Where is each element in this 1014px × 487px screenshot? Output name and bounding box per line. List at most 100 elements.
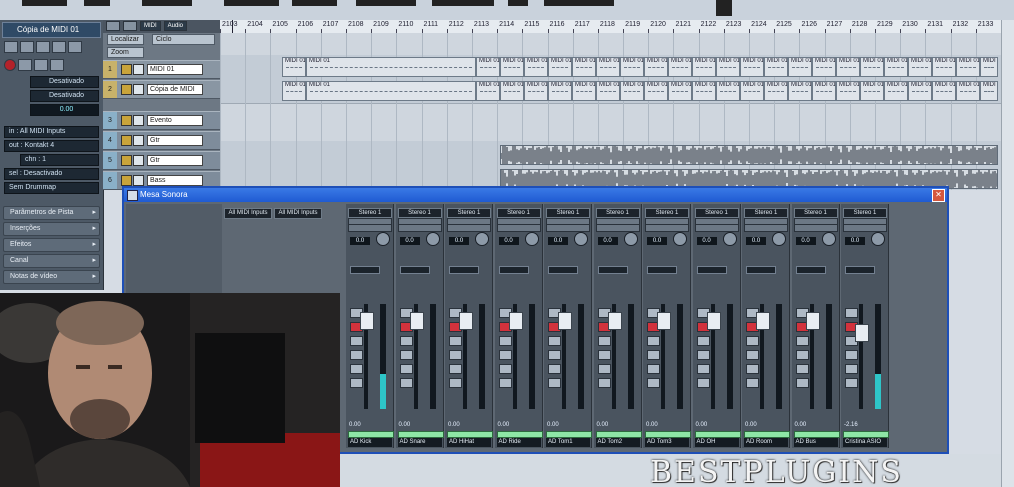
read-button[interactable] bbox=[597, 364, 611, 374]
gain-value[interactable]: 0.0 bbox=[795, 237, 816, 245]
midi-part[interactable]: MIDI 01 bbox=[932, 57, 956, 77]
channel-name[interactable]: AD Ride bbox=[496, 438, 541, 447]
midi-part[interactable]: MIDI 01 bbox=[956, 81, 980, 101]
section-notes[interactable]: Notas de vídeo ▸ bbox=[3, 270, 100, 284]
gain-knob[interactable] bbox=[722, 232, 737, 246]
pan-slider[interactable] bbox=[795, 266, 826, 274]
write-button[interactable] bbox=[647, 378, 660, 388]
pan-slider[interactable] bbox=[350, 266, 380, 274]
write-button[interactable] bbox=[399, 378, 413, 388]
midi-part[interactable]: MIDI 01 bbox=[788, 57, 812, 77]
section-channel[interactable]: Canal ▸ bbox=[3, 254, 100, 268]
edit-button[interactable] bbox=[399, 350, 413, 360]
listen-button[interactable] bbox=[548, 336, 561, 346]
edit-button[interactable] bbox=[548, 350, 561, 360]
add-track-button[interactable] bbox=[106, 21, 120, 31]
midi-part[interactable]: MIDI 01 bbox=[740, 81, 764, 101]
pan-slider[interactable] bbox=[696, 266, 727, 274]
pan-slider[interactable] bbox=[845, 266, 875, 274]
fader-handle[interactable] bbox=[459, 312, 473, 330]
gain-value[interactable]: 0.0 bbox=[449, 237, 469, 245]
channel-name[interactable]: AD HiHat bbox=[447, 438, 491, 447]
midi-part[interactable]: MIDI 01 bbox=[476, 81, 500, 101]
midi-part[interactable]: MIDI 01 bbox=[980, 81, 998, 101]
read-button[interactable] bbox=[399, 364, 413, 374]
timeline-ruler[interactable]: 2103 2104 2105 2106 2107 2108 2109 2110 2111 2112… bbox=[220, 20, 1001, 34]
edit-button[interactable] bbox=[696, 350, 710, 360]
gain-value[interactable]: 0.0 bbox=[696, 237, 717, 245]
edit-button[interactable] bbox=[68, 41, 82, 53]
midi-part[interactable]: MIDI 01 bbox=[572, 57, 596, 77]
listen-button[interactable] bbox=[795, 336, 809, 346]
midi-part[interactable]: MIDI 01 bbox=[980, 57, 998, 77]
fader-handle[interactable] bbox=[607, 312, 622, 330]
solo-button[interactable] bbox=[133, 64, 144, 75]
channel-name[interactable]: AD Tom2 bbox=[595, 438, 640, 447]
mute-button[interactable] bbox=[845, 308, 858, 318]
gain-value[interactable]: 0.0 bbox=[647, 237, 667, 245]
pan-slider[interactable] bbox=[746, 266, 776, 274]
mute-button[interactable] bbox=[121, 64, 132, 75]
write-button[interactable] bbox=[696, 378, 710, 388]
midi-part[interactable]: MIDI 01 bbox=[716, 57, 740, 77]
midi-part[interactable]: MIDI 01 bbox=[884, 57, 908, 77]
gain-knob[interactable] bbox=[574, 232, 588, 246]
midi-part[interactable]: MIDI 01 bbox=[548, 81, 572, 101]
read-button[interactable] bbox=[350, 364, 363, 374]
midi-part[interactable]: MIDI 01 bbox=[812, 81, 836, 101]
fader-handle[interactable] bbox=[508, 312, 523, 330]
channel-name[interactable]: AD Tom3 bbox=[645, 438, 689, 447]
listen-button[interactable] bbox=[746, 336, 759, 346]
read-button[interactable] bbox=[845, 364, 858, 374]
write-button[interactable] bbox=[52, 41, 66, 53]
midi-part[interactable]: MIDI 01 bbox=[596, 81, 620, 101]
solo-button[interactable] bbox=[133, 115, 144, 126]
insert-slot[interactable] bbox=[496, 224, 541, 232]
midi-part[interactable]: MIDI 01 bbox=[908, 81, 932, 101]
output-routing[interactable]: Stereo 1 bbox=[447, 208, 491, 218]
audio-event[interactable] bbox=[500, 145, 998, 165]
channel-name[interactable]: AD Kick bbox=[348, 438, 392, 447]
tracklist-tab-audio[interactable]: Audio bbox=[163, 21, 188, 31]
write-button[interactable] bbox=[746, 378, 759, 388]
mute-button[interactable] bbox=[121, 115, 132, 126]
output-routing[interactable]: Stereo 1 bbox=[744, 208, 788, 218]
read-button[interactable] bbox=[696, 364, 710, 374]
midi-part[interactable]: MIDI 01 bbox=[668, 81, 692, 101]
gain-value[interactable]: 0.0 bbox=[597, 237, 618, 245]
pan-slider[interactable] bbox=[647, 266, 677, 274]
midi-part[interactable]: MIDI 01 bbox=[692, 81, 716, 101]
midi-part[interactable]: MIDI 01 bbox=[764, 57, 788, 77]
mute-button[interactable] bbox=[121, 155, 132, 166]
edit-button[interactable] bbox=[647, 350, 660, 360]
channel-name[interactable]: AD Snare bbox=[397, 438, 442, 447]
bank-select[interactable]: sel : Desactivado bbox=[4, 168, 99, 180]
midi-part[interactable]: MIDI 01 bbox=[836, 57, 860, 77]
drummap-select[interactable]: Sem Drummap bbox=[4, 182, 99, 194]
mute-button[interactable] bbox=[121, 84, 132, 95]
midi-part[interactable]: MIDI 01 bbox=[860, 57, 884, 77]
listen-button[interactable] bbox=[350, 336, 363, 346]
gain-value[interactable]: 0.0 bbox=[548, 237, 568, 245]
insert-slot[interactable] bbox=[447, 224, 491, 232]
write-button[interactable] bbox=[548, 378, 561, 388]
gain-knob[interactable] bbox=[376, 232, 390, 246]
pan-slider[interactable] bbox=[399, 266, 430, 274]
mute-button[interactable] bbox=[121, 175, 132, 186]
gain-knob[interactable] bbox=[623, 232, 638, 246]
write-button[interactable] bbox=[845, 378, 858, 388]
midi-part[interactable]: MIDI 01 bbox=[908, 57, 932, 77]
record-enable-button[interactable] bbox=[4, 59, 16, 71]
solo-button[interactable] bbox=[133, 84, 144, 95]
track-name[interactable]: Gtr bbox=[147, 135, 203, 146]
write-button[interactable] bbox=[449, 378, 462, 388]
gain-value[interactable]: 0.0 bbox=[498, 237, 519, 245]
insert-slot[interactable] bbox=[397, 224, 442, 232]
output-routing[interactable]: Stereo 1 bbox=[694, 208, 739, 218]
output-routing[interactable]: Stereo 1 bbox=[793, 208, 838, 218]
mixer-titlebar[interactable]: Mesa Sonora ✕ bbox=[124, 188, 947, 202]
midi-part[interactable]: MIDI 01 bbox=[500, 81, 524, 101]
gain-knob[interactable] bbox=[871, 232, 885, 246]
output-routing[interactable]: Stereo 1 bbox=[496, 208, 541, 218]
input-routing[interactable]: All MIDI Inputs bbox=[274, 208, 322, 219]
